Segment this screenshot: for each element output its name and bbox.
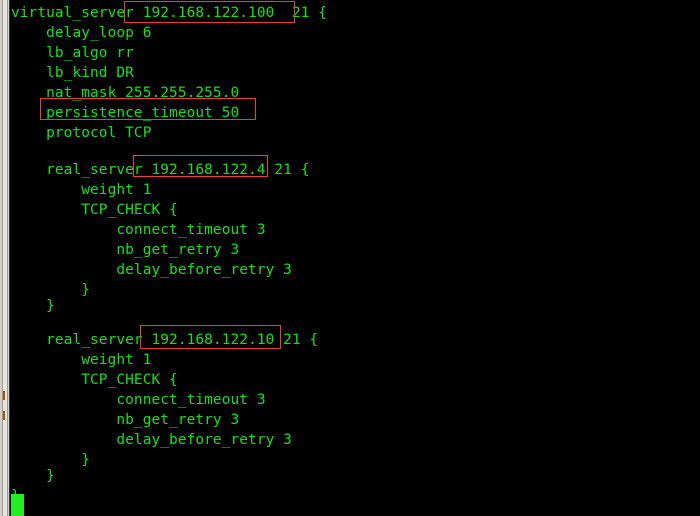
code-line: lb_kind DR: [11, 65, 134, 81]
code-line: TCP_CHECK {: [11, 202, 178, 218]
code-line: nb_get_retry 3: [11, 242, 240, 258]
code-line: delay_before_retry 3: [11, 262, 292, 278]
code-line: real_server 192.168.122.4 21 {: [11, 162, 310, 178]
code-line: nat_mask 255.255.255.0: [11, 85, 240, 101]
code-line: real_server 192.168.122.10 21 {: [11, 332, 319, 348]
code-line: }: [11, 468, 55, 484]
code-line: protocol TCP: [11, 125, 152, 141]
code-content-area[interactable]: virtual_server 192.168.122.100 21 { dela…: [11, 0, 700, 516]
code-line: }: [11, 298, 55, 314]
code-line: virtual_server 192.168.122.100 21 {: [11, 5, 328, 21]
code-line: TCP_CHECK {: [11, 372, 178, 388]
code-line: connect_timeout 3: [11, 222, 266, 238]
gutter-track[interactable]: [2, 0, 8, 516]
editor-window: virtual_server 192.168.122.100 21 { dela…: [0, 0, 700, 516]
code-line: connect_timeout 3: [11, 392, 266, 408]
code-line: delay_loop 6: [11, 25, 152, 41]
code-line: lb_algo rr: [11, 45, 134, 61]
text-cursor: [11, 494, 24, 516]
code-line: delay_before_retry 3: [11, 432, 292, 448]
code-line: nb_get_retry 3: [11, 412, 240, 428]
left-gutter-scrollbar[interactable]: [0, 0, 10, 516]
gutter-marker-icon: [3, 411, 5, 420]
gutter-marker-icon: [3, 391, 5, 400]
code-line: weight 1: [11, 182, 152, 198]
code-line: persistence_timeout 50: [11, 105, 240, 121]
code-line: weight 1: [11, 352, 152, 368]
